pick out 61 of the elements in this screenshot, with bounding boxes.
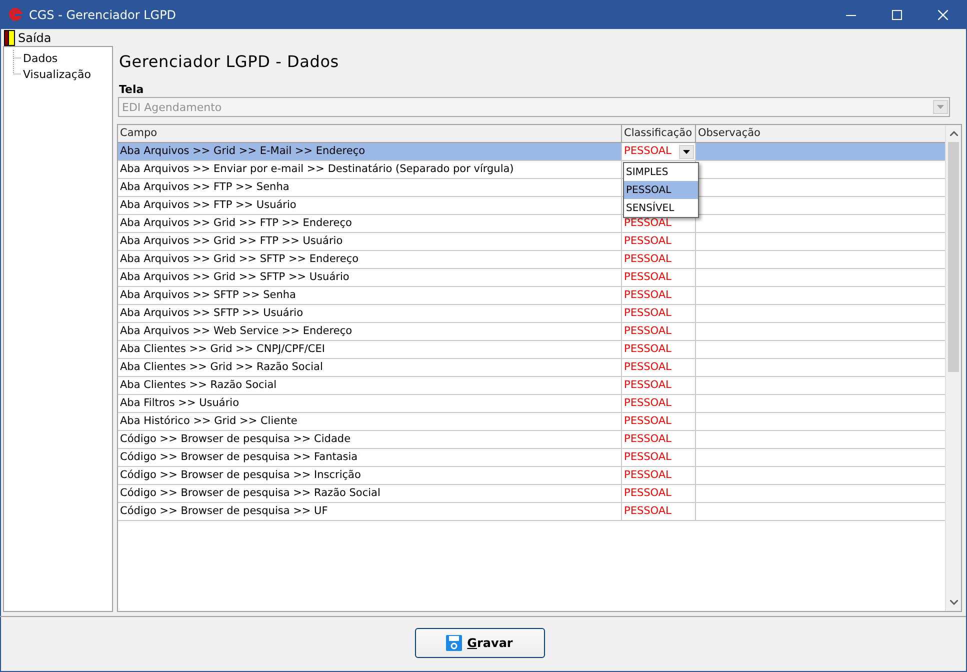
vertical-scrollbar[interactable]: [945, 125, 961, 611]
table-cell: Aba Clientes >> Grid >> Razão Social: [118, 359, 622, 377]
table-cell: PESSOAL: [624, 343, 672, 355]
table-cell: Aba Arquivos >> SFTP >> Usuário: [118, 305, 622, 323]
table-cell: PESSOAL: [624, 505, 672, 517]
page-heading: Gerenciador LGPD - Dados: [119, 51, 340, 73]
table-cell: PESSOAL: [624, 379, 672, 391]
table-cell: Aba Clientes >> Razão Social: [118, 377, 622, 395]
table-cell: Aba Arquivos >> FTP >> Usuário: [118, 197, 622, 215]
scroll-up-icon[interactable]: [950, 131, 958, 136]
column-header[interactable]: Observação: [696, 125, 946, 143]
table-cell: PESSOAL: [624, 271, 672, 283]
table-cell: PESSOAL: [624, 487, 672, 499]
table-cell: Aba Arquivos >> Grid >> SFTP >> Endereço: [118, 251, 622, 269]
field-label: Tela: [119, 83, 145, 96]
table-cell: Código >> Browser de pesquisa >> Cidade: [118, 431, 622, 449]
table-cell: Aba Arquivos >> Grid >> E-Mail >> Endereço: [118, 143, 622, 161]
table-cell: PESSOAL: [624, 361, 672, 373]
table-cell: Aba Arquivos >> Web Service >> Endereço: [118, 323, 622, 341]
table-cell: Aba Clientes >> Grid >> CNPJ/CPF/CEI: [118, 341, 622, 359]
table-cell: PESSOAL: [624, 451, 672, 463]
dropdown-option[interactable]: SIMPLES: [624, 163, 698, 181]
classification-dropdown[interactable]: PESSOAL: [622, 143, 696, 161]
table-cell: PESSOAL: [624, 217, 672, 229]
table-cell: Código >> Browser de pesquisa >> Razão Social: [118, 485, 622, 503]
column-header[interactable]: Campo: [118, 125, 622, 143]
table-cell: Aba Arquivos >> Grid >> FTP >> Endereço: [118, 215, 622, 233]
table-cell: PESSOAL: [624, 307, 672, 319]
table-cell: Aba Histórico >> Grid >> Cliente: [118, 413, 622, 431]
window-title: CGS - Gerenciador LGPD: [29, 8, 178, 22]
table-cell: Aba Arquivos >> Enviar por e-mail >> Destinatário (Separado por vírgula): [118, 161, 622, 179]
app-logo-icon: [7, 7, 23, 23]
door-icon: [4, 30, 15, 46]
table-cell: PESSOAL: [624, 415, 672, 427]
table-cell: Aba Filtros >> Usuário: [118, 395, 622, 413]
scroll-down-icon[interactable]: [950, 600, 958, 605]
table-cell: PESSOAL: [624, 253, 672, 265]
caret-icon: [937, 105, 944, 109]
table-cell: Código >> Browser de pesquisa >> Fantasia: [118, 449, 622, 467]
table-cell: PESSOAL: [624, 433, 672, 445]
save-button[interactable]: Gravar: [414, 628, 544, 658]
table-cell: Código >> Browser de pesquisa >> UF: [118, 503, 622, 521]
tree-item[interactable]: Dados: [22, 52, 59, 64]
dropdown-option[interactable]: PESSOAL: [624, 181, 698, 199]
exit-menu-item[interactable]: Saída: [1, 30, 56, 46]
dropdown-option[interactable]: SENSÍVEL: [624, 199, 698, 217]
close-icon: [938, 10, 948, 20]
tree-item[interactable]: Visualização: [22, 68, 92, 80]
table-cell: PESSOAL: [624, 235, 672, 247]
table-cell: PESSOAL: [624, 325, 672, 337]
table-cell: PESSOAL: [624, 469, 672, 481]
table-cell: PESSOAL: [624, 289, 672, 301]
caret-icon: [683, 150, 690, 154]
maximize-icon: [892, 10, 902, 20]
table-cell: Código >> Browser de pesquisa >> Inscrição: [118, 467, 622, 485]
table-cell: Aba Arquivos >> FTP >> Senha: [118, 179, 622, 197]
table-cell: Aba Arquivos >> SFTP >> Senha: [118, 287, 622, 305]
table-cell: Aba Arquivos >> Grid >> SFTP >> Usuário: [118, 269, 622, 287]
table-cell: Aba Arquivos >> Grid >> FTP >> Usuário: [118, 233, 622, 251]
column-header[interactable]: Classificação: [622, 125, 696, 143]
table-cell: PESSOAL: [624, 397, 672, 409]
